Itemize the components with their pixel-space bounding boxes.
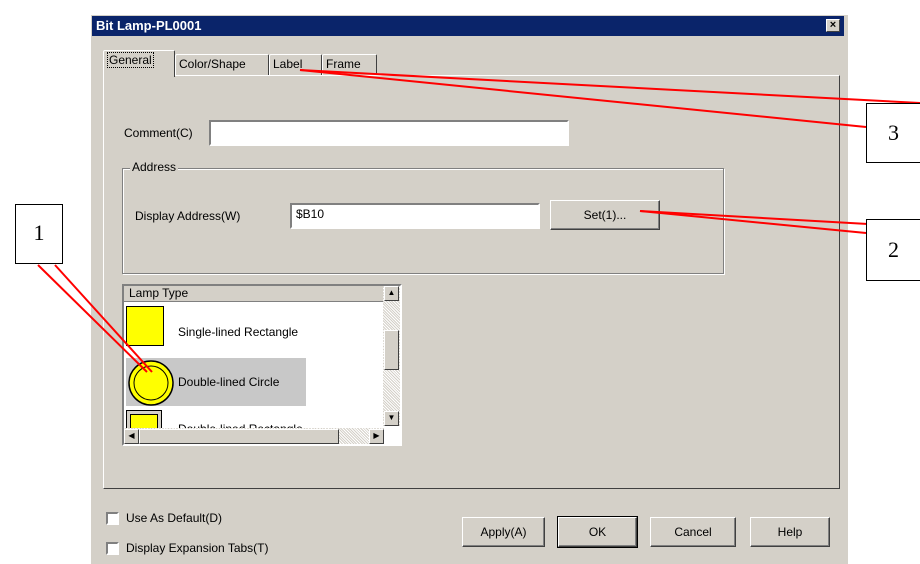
callout-1-line-b	[54, 264, 153, 373]
callout-1-line-a	[37, 264, 148, 373]
callout-1-box: 1	[15, 204, 63, 264]
callout-3-line-a	[299, 69, 920, 104]
callout-3-line-b	[299, 69, 867, 128]
tab-general[interactable]: General	[103, 50, 175, 77]
callout-lines	[37, 69, 920, 373]
callout-2-box: 2	[866, 219, 920, 281]
tab-general-label: General	[107, 52, 154, 68]
callout-3-box: 3	[866, 103, 920, 163]
